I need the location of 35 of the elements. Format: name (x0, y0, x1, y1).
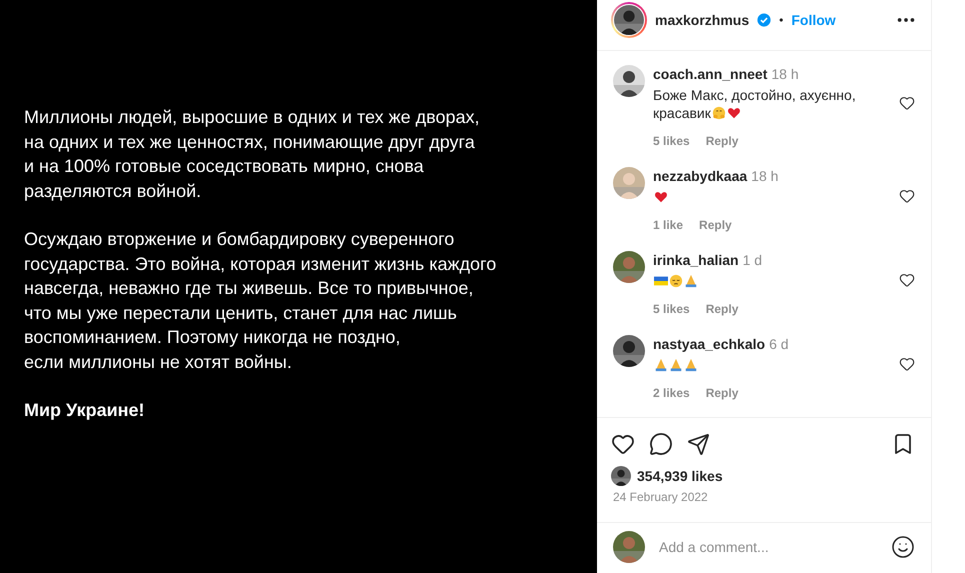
like-comment-icon[interactable] (899, 188, 915, 204)
likes-count[interactable]: 354,939 likes (637, 468, 723, 484)
like-comment-icon[interactable] (899, 272, 915, 288)
hugging-face-emoji (712, 106, 726, 120)
heart-emoji (726, 106, 741, 120)
emoji-icon[interactable] (891, 535, 915, 559)
comment-likes: 2 likes (653, 386, 690, 400)
share-icon[interactable] (687, 432, 710, 456)
like-icon[interactable] (611, 432, 635, 456)
username[interactable]: maxkorzhmus (655, 12, 750, 28)
comment-header: irinka_halian 1 d (653, 251, 764, 269)
avatar-ring[interactable] (611, 2, 647, 38)
comment-icon[interactable] (649, 432, 673, 456)
reply-button[interactable]: Reply (706, 134, 738, 148)
comment-likes: 1 like (653, 218, 684, 232)
flag-emoji (654, 274, 668, 288)
heart-emoji (654, 190, 668, 204)
comment-likes: 5 likes (653, 134, 690, 148)
like-comment-icon[interactable] (899, 356, 915, 372)
follow-button[interactable]: Follow (791, 12, 836, 28)
comment-likes: 5 likes (653, 302, 690, 316)
post-date: 24 February 2022 (612, 489, 709, 506)
like-comment-icon[interactable] (899, 94, 915, 110)
reply-button[interactable]: Reply (699, 218, 732, 232)
comment-text: Боже Макс, достойно, ахуєнно, красавик (653, 86, 857, 122)
comment-header: nastyaa_echkalo 6 d (653, 335, 790, 353)
post-paragraph: Осуждаю вторжение и бомбардировку суверенного государства. Это война, которая изменит жизнь каждого навсегда, неважно где ты живешь. Все то привычное, что мы уже перестали ценить, станет для нас лишь воспоминанием. Поэтому никогда не поздно, если миллионы не хотят войны. (24, 228, 498, 374)
reply-button[interactable]: Reply (706, 386, 738, 400)
reply-button[interactable]: Reply (706, 302, 738, 316)
separator-dot: • (779, 13, 784, 27)
comment-header: nezzabydkaaa 18 h (653, 167, 780, 185)
comment-header: coach.ann_nneet 18 h (653, 65, 800, 83)
post-paragraph: Миллионы людей, выросшие в одних и тех же дворах, на одних и тех же ценностях, понимающие друг друга и на 100% готовые соседствовать мирно, снова разделяются войной. (24, 106, 481, 203)
post-paragraph: Мир Украине! (24, 399, 146, 422)
sad-face-emoji (669, 274, 683, 288)
